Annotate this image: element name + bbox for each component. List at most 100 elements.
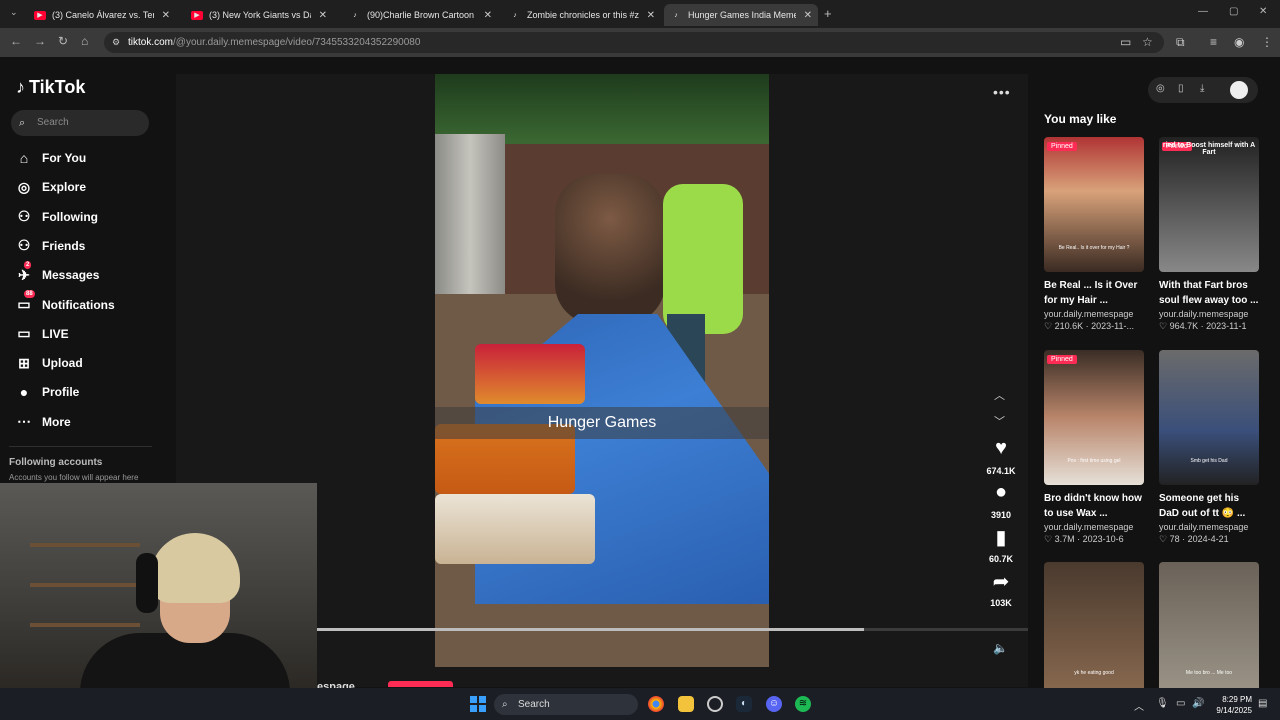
recommended-video-card[interactable]: Me too bro ... Me too (1159, 562, 1260, 697)
file-explorer-icon[interactable] (678, 696, 694, 712)
heart-button[interactable]: ♥ 674.1K (980, 437, 1022, 479)
system-clock[interactable]: 8:29 PM 9/14/2025 (1208, 694, 1252, 716)
close-window-icon[interactable]: ✕ (1259, 6, 1267, 17)
video-thumbnail[interactable]: Smb get his Dad (1159, 350, 1259, 485)
new-tab-icon[interactable]: + (824, 6, 832, 21)
user-avatar[interactable] (1230, 81, 1248, 99)
video-thumbnail[interactable]: yk he eating good (1044, 562, 1144, 697)
reading-list-icon[interactable]: ≡ (1210, 35, 1217, 49)
card-username[interactable]: your.daily.memespage (1159, 309, 1260, 319)
more-options-icon[interactable]: ••• (993, 84, 1011, 100)
browser-tab[interactable]: ▶ (3) Canelo Álvarez vs. Terence C ✕ (28, 4, 176, 26)
site-info-icon[interactable]: ⚙ (112, 32, 120, 53)
microphone-icon[interactable]: 🎙 (1156, 698, 1169, 709)
notification-center-icon[interactable]: ▤ (1258, 698, 1267, 709)
close-tab-icon[interactable]: ✕ (484, 10, 492, 21)
browser-menu-icon[interactable]: ⋮ (1261, 35, 1273, 49)
close-tab-icon[interactable]: ✕ (319, 10, 327, 21)
browser-tab[interactable]: ♪ (90)Charlie Brown Cartoon Edit ✕ (343, 4, 498, 26)
browser-tab[interactable]: ▶ (3) New York Giants vs Dallas C ✕ (185, 4, 333, 26)
video-scene-children (555, 174, 665, 324)
card-username[interactable]: your.daily.memespage (1159, 522, 1260, 532)
recommended-video-card[interactable]: Pinned ried to Boost himself with A Fart W… (1159, 137, 1260, 332)
close-tab-icon[interactable]: ✕ (162, 10, 170, 21)
reload-icon[interactable]: ↻ (58, 34, 68, 48)
recommended-video-card[interactable]: yk he eating good (1044, 562, 1145, 697)
spotify-icon[interactable]: ≋ (795, 696, 811, 712)
share-button[interactable]: ➦ 103K (980, 569, 1022, 611)
profile-avatar-icon[interactable]: ◉ (1234, 35, 1244, 49)
sidebar-item-label: LIVE (42, 326, 69, 341)
tray-chevron-icon[interactable]: ︿ (1134, 698, 1144, 713)
download-icon[interactable]: ⤓ (1200, 83, 1204, 94)
tiktok-icon: ♪ (674, 11, 678, 19)
video-thumbnail[interactable]: Me too bro ... Me too (1159, 562, 1259, 697)
follow-button-fragment[interactable] (388, 681, 453, 687)
recommended-video-card[interactable]: Pinned Be Real.. Is it over for my Hair ?… (1044, 137, 1145, 332)
card-title[interactable]: Bro didn't know how to use Wax ... Credi… (1044, 491, 1144, 521)
sidebar-item-following[interactable]: ⚇ Following (16, 207, 98, 227)
card-title[interactable]: Someone get his DaD out of tt 😳 ... (1159, 491, 1259, 521)
browser-tab-title: Zombie chronicles or this #zom (527, 10, 639, 20)
clock-date: 9/14/2025 (1216, 706, 1252, 715)
recommended-video-card[interactable]: Smb get his Dad Someone get his DaD out o… (1159, 350, 1260, 545)
sidebar-item-upload[interactable]: ⊞ Upload (16, 353, 83, 373)
discord-icon[interactable]: ☺ (766, 696, 782, 712)
card-username[interactable]: your.daily.memespage (1044, 522, 1145, 532)
pinned-badge: Pinned (1047, 142, 1077, 151)
sidebar-item-more[interactable]: ⋯ More (16, 412, 71, 432)
windows-start-icon[interactable] (470, 696, 486, 712)
youtube-icon: ▶ (34, 10, 46, 20)
app-icon[interactable] (707, 696, 723, 712)
bookmark-button[interactable]: ▮ 60.7K (980, 525, 1022, 567)
tab-search-icon[interactable]: ⌄ (10, 7, 18, 18)
notification-badge: 2 (24, 260, 32, 269)
speaker-icon[interactable]: 🔊 (1192, 698, 1204, 709)
video-thumbnail[interactable]: Pinned ried to Boost himself with A Fart (1159, 137, 1259, 272)
bookmark-star-icon[interactable]: ☆ (1142, 35, 1153, 49)
forward-icon[interactable]: → (34, 34, 46, 48)
previous-video-icon[interactable]: ︿ (994, 387, 1005, 403)
video-progress-fill (317, 628, 865, 631)
browser-tab[interactable]: ♪ Zombie chronicles or this #zom ✕ (503, 4, 661, 26)
search-input[interactable]: ⌕ Search (11, 110, 149, 136)
sidebar-item-notifications[interactable]: ▭ 88 Notifications (16, 290, 115, 315)
video-player[interactable] (435, 74, 769, 667)
tiktok-logo[interactable]: ♪ TikTok (16, 77, 85, 98)
next-video-icon[interactable]: ﹀ (994, 413, 1005, 429)
steam-icon[interactable]: ◐ (736, 696, 752, 712)
video-progress-bar[interactable] (317, 628, 1028, 631)
minimize-icon[interactable]: — (1198, 6, 1208, 17)
card-username[interactable]: your.daily.memespage (1044, 309, 1145, 319)
friends-icon: ⚇ (17, 237, 31, 254)
sidebar-item-for-you[interactable]: ⌂ For You (16, 148, 86, 168)
card-title[interactable]: Be Real ... Is it Over for my Hair ... C… (1044, 278, 1144, 308)
device-icon[interactable]: ▯ (1178, 83, 1184, 94)
sidebar-item-profile[interactable]: ● Profile (16, 382, 80, 402)
sidebar-item-messages[interactable]: ✈ 2 Messages (16, 260, 99, 285)
home-browser-icon[interactable]: ⌂ (81, 34, 88, 48)
volume-icon[interactable]: 🔈 (993, 641, 1008, 655)
theme-icon[interactable]: ◎ (1156, 83, 1165, 94)
url-field[interactable]: ⚙ tiktok.com/@your.daily.memespage/video… (104, 32, 1164, 53)
network-icon[interactable]: ▭ (1176, 698, 1185, 709)
back-icon[interactable]: ← (10, 34, 22, 48)
video-thumbnail[interactable]: Pinned Pov : first time using gel (1044, 350, 1144, 485)
youtube-icon: ▶ (191, 10, 203, 20)
video-thumbnail[interactable]: Pinned Be Real.. Is it over for my Hair ? (1044, 137, 1144, 272)
sidebar-item-explore[interactable]: ◎ Explore (16, 177, 86, 197)
taskbar-search[interactable]: ⌕ Search (494, 694, 638, 715)
maximize-icon[interactable]: ▢ (1229, 6, 1238, 17)
close-tab-icon[interactable]: ✕ (647, 10, 655, 21)
close-tab-icon[interactable]: ✕ (804, 10, 812, 21)
sidebar-item-live[interactable]: ▭ LIVE (16, 324, 69, 344)
browser-tab[interactable]: ♪ Hunger Games India Meme ✕ (664, 4, 818, 26)
cast-icon[interactable]: ▭ (1120, 35, 1131, 49)
recommended-video-card[interactable]: Pinned Pov : first time using gel Bro didn… (1044, 350, 1145, 545)
taskbar-search-icon: ⌕ (502, 699, 508, 710)
sidebar-item-friends[interactable]: ⚇ Friends (16, 236, 86, 256)
extensions-icon[interactable]: ⧉ (1176, 35, 1185, 50)
card-title[interactable]: With that Fart bros soul flew away too .… (1159, 278, 1259, 308)
chrome-taskbar-icon[interactable] (648, 696, 664, 712)
comment-button[interactable]: ● 3910 (980, 481, 1022, 523)
